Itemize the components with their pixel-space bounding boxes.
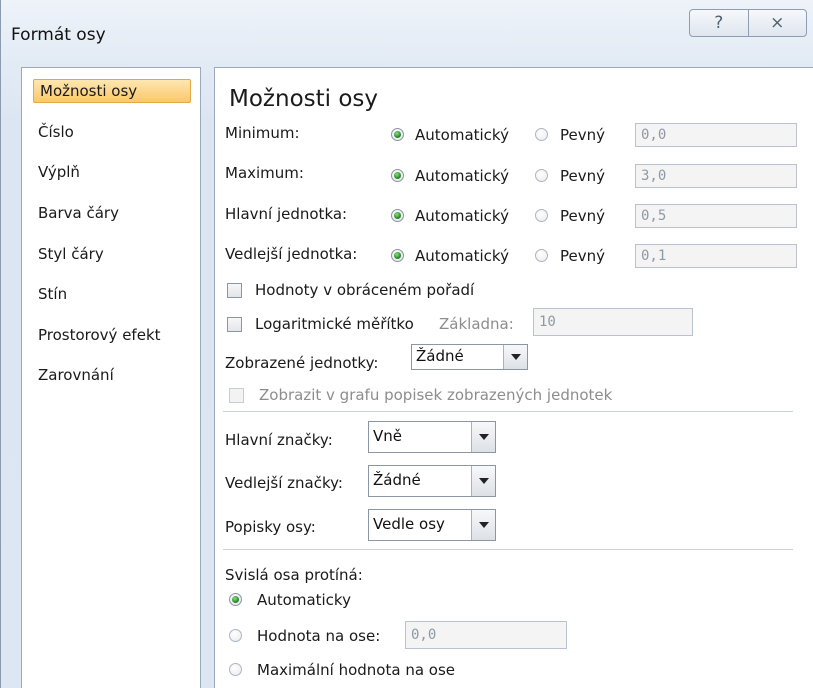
log-scale-checkbox[interactable] [227, 317, 242, 332]
cross-max-label[interactable]: Maximální hodnota na ose [257, 660, 455, 680]
dialog-title: Formát osy [11, 25, 106, 45]
separator [223, 411, 793, 412]
maximum-label: Maximum: [225, 164, 304, 182]
format-axis-dialog: Formát osy ? ⨯ Možnosti osy Číslo Výplň … [0, 0, 813, 688]
major-unit-auto-label[interactable]: Automatický [415, 206, 509, 226]
minor-unit-auto-radio[interactable] [391, 249, 404, 262]
major-unit-auto-radio[interactable] [391, 209, 404, 222]
axis-labels-select[interactable]: Vedle osy [368, 509, 496, 541]
major-unit-fixed-label[interactable]: Pevný [560, 206, 605, 226]
show-units-checkbox[interactable] [229, 388, 244, 403]
chevron-down-icon[interactable] [503, 345, 527, 369]
major-tick-label: Hlavní značky: [225, 431, 333, 449]
cross-value-label[interactable]: Hodnota na ose: [257, 626, 380, 646]
major-unit-label: Hlavní jednotka: [225, 205, 348, 223]
minimum-fixed-label[interactable]: Pevný [560, 125, 605, 145]
nav-item-3d-format[interactable]: Prostorový efekt [32, 323, 167, 347]
help-icon: ? [714, 13, 724, 33]
help-button[interactable]: ? [690, 10, 748, 36]
chevron-down-icon[interactable] [471, 510, 495, 540]
log-base-input[interactable]: 10 [533, 308, 693, 336]
minor-tick-select[interactable]: Žádné [368, 465, 496, 497]
maximum-value-input[interactable]: 3,0 [635, 164, 797, 188]
minimum-label: Minimum: [225, 124, 300, 142]
nav-item-number[interactable]: Číslo [32, 120, 80, 144]
chevron-down-icon[interactable] [471, 422, 495, 452]
category-list: Možnosti osy Číslo Výplň Barva čáry Styl… [21, 67, 201, 688]
reverse-order-checkbox[interactable] [227, 283, 242, 298]
minor-unit-label: Vedlejší jednotka: [225, 245, 358, 263]
minor-unit-value-input[interactable]: 0,1 [635, 244, 797, 268]
crosses-label: Svislá osa protíná: [225, 566, 363, 584]
nav-item-line-style[interactable]: Styl čáry [32, 242, 110, 266]
chevron-down-icon[interactable] [471, 466, 495, 496]
maximum-auto-label[interactable]: Automatický [415, 166, 509, 186]
title-bar: Formát osy ? ⨯ [1, 0, 813, 45]
display-units-select[interactable]: Žádné [411, 344, 528, 370]
minor-tick-value: Žádné [373, 471, 421, 489]
panel-heading: Možnosti osy [229, 86, 379, 112]
log-base-label: Základna: [439, 315, 514, 333]
cross-max-radio[interactable] [229, 663, 242, 676]
close-button[interactable]: ⨯ [747, 10, 807, 36]
separator [223, 549, 793, 550]
nav-item-shadow[interactable]: Stín [32, 282, 73, 306]
cross-value-radio[interactable] [229, 629, 242, 642]
maximum-fixed-label[interactable]: Pevný [560, 166, 605, 186]
show-units-label: Zobrazit v grafu popisek zobrazených jed… [259, 386, 613, 404]
maximum-auto-radio[interactable] [391, 169, 404, 182]
nav-item-alignment[interactable]: Zarovnání [32, 363, 120, 387]
cross-auto-label[interactable]: Automaticky [257, 590, 351, 610]
cross-auto-radio[interactable] [229, 593, 242, 606]
display-units-value: Žádné [416, 347, 464, 365]
maximum-fixed-radio[interactable] [535, 169, 548, 182]
cross-value-input[interactable]: 0,0 [405, 621, 567, 649]
major-tick-select[interactable]: Vně [368, 421, 496, 453]
major-tick-value: Vně [373, 427, 402, 445]
close-icon: ⨯ [770, 13, 785, 33]
minor-unit-fixed-radio[interactable] [535, 249, 548, 262]
minimum-auto-label[interactable]: Automatický [415, 125, 509, 145]
title-bar-buttons: ? ⨯ [689, 9, 807, 37]
nav-item-axis-options[interactable]: Možnosti osy [33, 79, 191, 103]
major-unit-fixed-radio[interactable] [535, 209, 548, 222]
major-unit-value-input[interactable]: 0,5 [635, 204, 797, 228]
nav-item-fill[interactable]: Výplň [32, 160, 86, 184]
reverse-order-label[interactable]: Hodnoty v obráceném pořadí [255, 280, 474, 300]
minimum-value-input[interactable]: 0,0 [635, 123, 797, 147]
axis-labels-label: Popisky osy: [225, 518, 316, 536]
minor-tick-label: Vedlejší značky: [225, 474, 343, 492]
minor-unit-fixed-label[interactable]: Pevný [560, 246, 605, 266]
nav-item-line-color[interactable]: Barva čáry [32, 201, 125, 225]
minimum-auto-radio[interactable] [391, 128, 404, 141]
minimum-fixed-radio[interactable] [535, 128, 548, 141]
options-panel: Možnosti osy Minimum: Automatický Pevný … [214, 67, 813, 688]
log-scale-label[interactable]: Logaritmické měřítko [255, 314, 414, 334]
axis-labels-value: Vedle osy [373, 515, 445, 533]
display-units-label: Zobrazené jednotky: [225, 354, 379, 372]
minor-unit-auto-label[interactable]: Automatický [415, 246, 509, 266]
